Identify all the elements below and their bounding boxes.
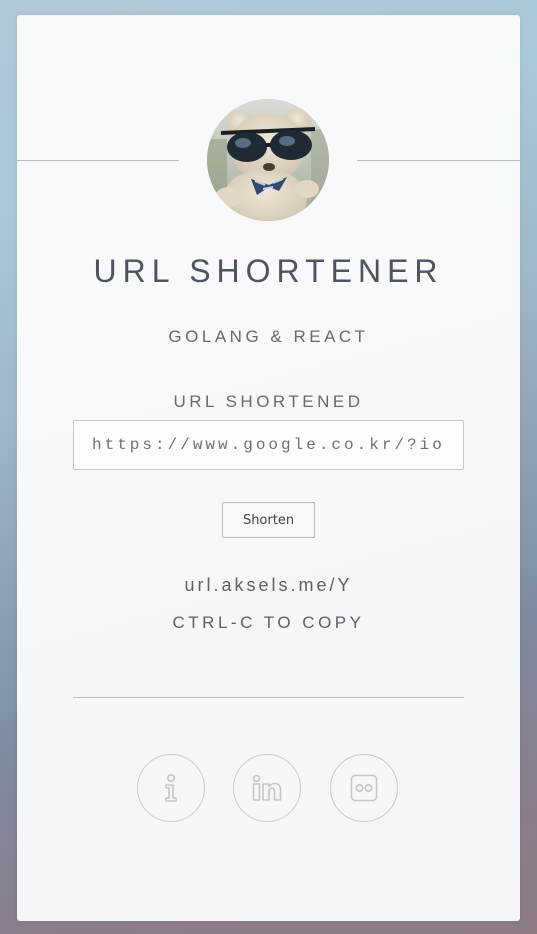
flickr-link[interactable]: [330, 754, 398, 822]
url-input[interactable]: [73, 420, 464, 470]
info-link[interactable]: [137, 754, 205, 822]
teddy-bear-sunglasses-icon: [207, 99, 329, 221]
short-url-result[interactable]: url.aksels.me/Y: [17, 575, 520, 596]
copy-hint: CTRL-C TO COPY: [172, 613, 365, 632]
social-links: [17, 754, 520, 824]
shorten-button[interactable]: Shorten: [222, 502, 315, 538]
avatar: [207, 99, 329, 221]
page-title: URL SHORTENER: [93, 253, 444, 289]
flickr-icon: [350, 774, 378, 802]
url-field-label: URL SHORTENED: [173, 392, 364, 411]
footer-divider: [73, 697, 464, 698]
linkedin-link[interactable]: [233, 754, 301, 822]
main-card: URL SHORTENER GOLANG & REACT URL SHORTEN…: [17, 15, 520, 921]
linkedin-icon: [252, 774, 282, 801]
page-subtitle: GOLANG & REACT: [168, 327, 369, 346]
header-divider-right: [357, 160, 520, 161]
info-icon: [165, 773, 177, 802]
header-divider-left: [17, 160, 179, 161]
